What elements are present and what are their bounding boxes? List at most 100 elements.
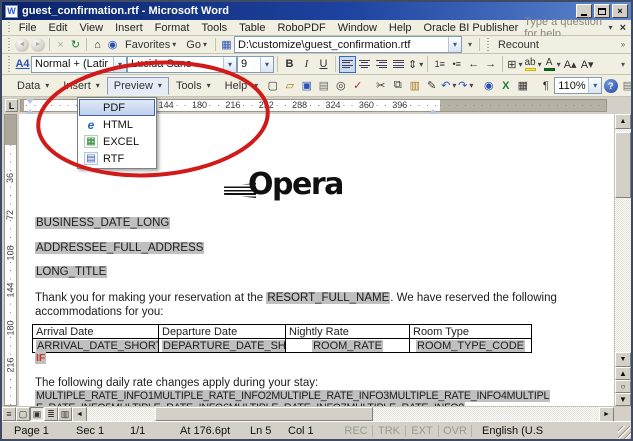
previous-page-button[interactable]: ▲ xyxy=(615,367,631,380)
font-combobox[interactable]: Lucida Sans ▾ xyxy=(127,56,237,73)
redo-button[interactable]: ↷▾ xyxy=(457,77,474,94)
increase-indent-button[interactable]: → xyxy=(482,56,499,73)
address-dropdown-button[interactable]: ▾ xyxy=(448,37,461,52)
save-button[interactable]: ▣ xyxy=(298,77,315,94)
right-indent-marker[interactable] xyxy=(429,105,437,114)
underline-button[interactable]: U xyxy=(315,56,332,73)
vertical-scroll-track[interactable] xyxy=(615,129,631,352)
scroll-down-button[interactable]: ▼ xyxy=(615,352,631,367)
bold-button[interactable]: B xyxy=(281,56,298,73)
grow-font-button[interactable]: A▴ xyxy=(562,56,579,73)
menu-item[interactable]: RoboPDF xyxy=(271,21,331,35)
italic-button[interactable]: I xyxy=(298,56,315,73)
undo-button[interactable]: ↶▾ xyxy=(440,77,457,94)
menu-item[interactable]: Edit xyxy=(43,21,74,35)
menu-item[interactable]: Table xyxy=(233,21,271,35)
format-painter-button[interactable]: ✎ xyxy=(423,77,440,94)
copy-button[interactable]: ⧉ xyxy=(389,77,406,94)
print-layout-view-button[interactable]: ▣ xyxy=(30,407,44,421)
tab-type-selector[interactable]: L xyxy=(5,99,18,112)
menu-item[interactable]: Tools xyxy=(195,21,233,35)
toolbar-options-button[interactable]: ▾ xyxy=(254,76,258,95)
paste-button[interactable]: ▥ xyxy=(406,77,423,94)
toolbar-drag-handle[interactable] xyxy=(7,22,10,34)
go-button[interactable]: Go ▾ xyxy=(181,38,212,52)
justify-button[interactable] xyxy=(390,56,407,73)
recount-button[interactable]: Recount xyxy=(493,38,544,52)
style-dropdown-button[interactable]: ▾ xyxy=(113,57,126,72)
chevron-down-icon[interactable]: ▾ xyxy=(609,23,613,32)
back-button[interactable]: ◄ xyxy=(14,36,30,53)
menu-item[interactable]: Insert xyxy=(109,21,149,35)
menu-item[interactable]: Window xyxy=(332,21,383,35)
highlight-button[interactable]: ab▾ xyxy=(523,56,542,73)
show-web-toolbar-button[interactable]: ▦ xyxy=(219,36,234,53)
preview-menu-item[interactable]: ▦EXCEL xyxy=(79,133,155,150)
font-size-combobox[interactable]: 9 ▾ xyxy=(237,56,274,73)
insert-menu-button[interactable]: Insert▾ xyxy=(56,77,107,95)
menu-item[interactable]: Help xyxy=(383,21,418,35)
record-macro-toggle[interactable]: REC xyxy=(340,425,373,437)
hanging-indent-marker[interactable] xyxy=(26,105,34,114)
scroll-left-button[interactable]: ◄ xyxy=(72,407,87,422)
tools-menu-button[interactable]: Tools▾ xyxy=(169,77,218,95)
forward-button[interactable]: ► xyxy=(30,36,46,53)
decrease-indent-button[interactable]: ← xyxy=(465,56,482,73)
stop-button[interactable]: × xyxy=(53,36,68,53)
zoom-combobox[interactable]: 110% ▾ xyxy=(554,77,602,94)
resize-grip[interactable] xyxy=(618,426,631,439)
overtype-toggle[interactable]: OVR xyxy=(439,425,472,437)
normal-view-button[interactable]: ≡ xyxy=(2,407,16,421)
line-spacing-button[interactable]: ⇕▾ xyxy=(407,56,424,73)
menu-item[interactable]: Format xyxy=(149,21,196,35)
data-menu-button[interactable]: Data▾ xyxy=(10,77,56,95)
favorites-button[interactable]: Favorites ▾ xyxy=(120,38,181,52)
toolbar-drag-handle[interactable] xyxy=(7,38,11,52)
menu-item[interactable]: View xyxy=(73,21,109,35)
shrink-font-button[interactable]: A▾ xyxy=(579,56,596,73)
horizontal-scroll-track[interactable] xyxy=(87,407,599,421)
show-hide-marks-button[interactable]: ¶ xyxy=(537,77,554,94)
font-size-dropdown-button[interactable]: ▾ xyxy=(260,57,273,72)
open-button[interactable]: ▱ xyxy=(281,77,298,94)
toolbar-options-button[interactable]: ▾ xyxy=(617,55,629,73)
scroll-right-button[interactable]: ► xyxy=(599,407,614,422)
chevron-down-icon[interactable]: ▾ xyxy=(469,81,473,90)
print-button[interactable]: ▤ xyxy=(315,77,332,94)
menu-item[interactable]: File xyxy=(13,21,43,35)
insert-excel-worksheet-button[interactable]: X xyxy=(497,77,514,94)
next-page-button[interactable]: ▼ xyxy=(615,393,631,406)
zoom-dropdown-button[interactable]: ▾ xyxy=(588,78,601,93)
address-combobox[interactable]: D:\customize\guest_confirmation.rtf ▾ xyxy=(234,36,462,53)
reading-view-button[interactable]: ▥ xyxy=(58,407,72,421)
cut-button[interactable]: ✂ xyxy=(372,77,389,94)
start-page-button[interactable]: ⌂ xyxy=(90,36,105,53)
preview-menu-item[interactable]: eHTML xyxy=(79,116,155,133)
horizontal-scroll-thumb[interactable] xyxy=(155,407,373,421)
scroll-up-button[interactable]: ▲ xyxy=(615,114,631,129)
preview-menu-item[interactable]: PDF xyxy=(79,99,155,116)
spelling-button[interactable]: ✓ xyxy=(349,77,366,94)
borders-button[interactable]: ⊞▾ xyxy=(506,56,523,73)
bullets-button[interactable]: •≡ xyxy=(448,56,465,73)
numbering-button[interactable]: 1≡ xyxy=(431,56,448,73)
vertical-scrollbar[interactable]: ▲ ▼ ▲ ○ ▼ xyxy=(614,114,631,406)
font-color-button[interactable]: A▾ xyxy=(543,56,562,73)
web-layout-view-button[interactable]: ▢ xyxy=(16,407,30,421)
select-browse-object-button[interactable]: ○ xyxy=(615,380,631,393)
help-menu-button[interactable]: Help xyxy=(218,77,255,95)
align-left-button[interactable] xyxy=(339,56,356,73)
help-button[interactable]: ? xyxy=(602,77,619,94)
insert-hyperlink-button[interactable]: ◉ xyxy=(480,77,497,94)
toolbar-drag-handle[interactable] xyxy=(486,38,490,52)
font-dropdown-button[interactable]: ▾ xyxy=(223,57,236,72)
styles-and-formatting-button[interactable]: A4 xyxy=(14,56,31,73)
track-changes-toggle[interactable]: TRK xyxy=(373,425,406,437)
outline-view-button[interactable]: ≣ xyxy=(44,407,58,421)
toolbar-drag-handle[interactable] xyxy=(7,56,11,72)
toolbar-options-button[interactable]: ▾ xyxy=(464,37,476,52)
toolbar-overflow-button[interactable]: » xyxy=(617,37,629,52)
close-document-button[interactable]: × xyxy=(617,22,629,34)
align-right-button[interactable] xyxy=(373,56,390,73)
preview-menu-item[interactable]: ▤RTF xyxy=(79,150,155,167)
